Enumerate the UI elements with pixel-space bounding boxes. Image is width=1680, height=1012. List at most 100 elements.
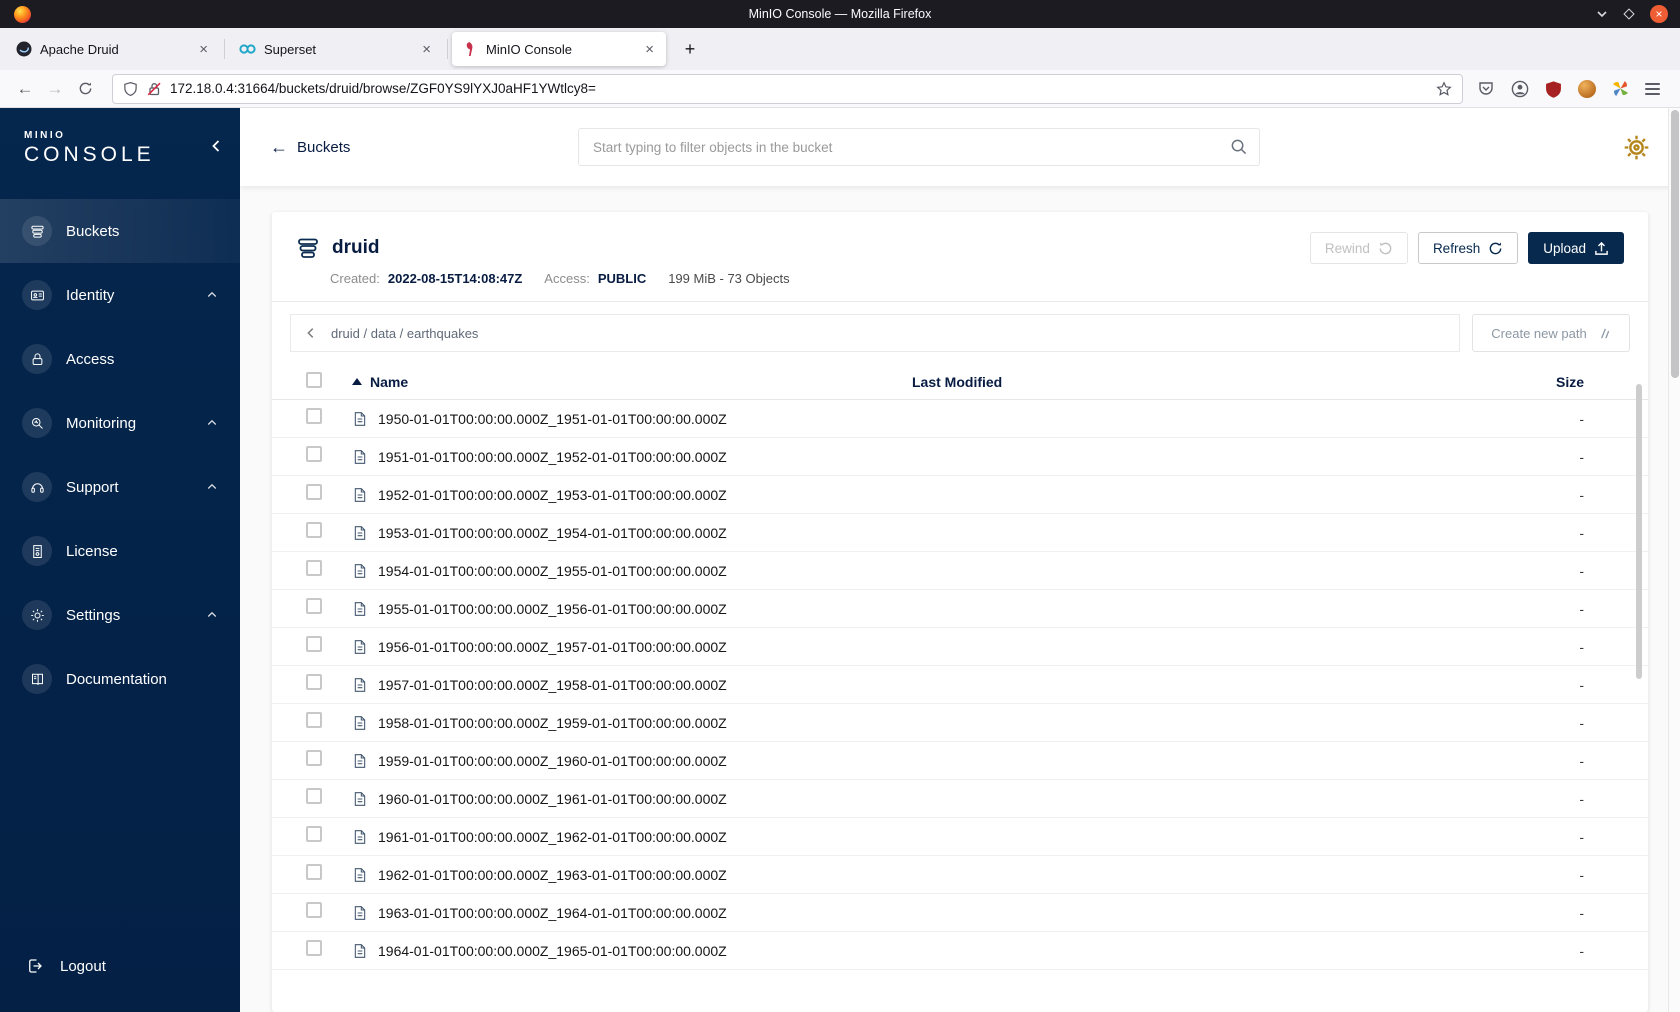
object-name[interactable]: 1962-01-01T00:00:00.000Z_1963-01-01T00:0… (378, 867, 727, 883)
page-scrollbar-thumb[interactable] (1671, 110, 1679, 378)
table-row[interactable]: 1962-01-01T00:00:00.000Z_1963-01-01T00:0… (272, 856, 1648, 894)
table-row[interactable]: 1958-01-01T00:00:00.000Z_1959-01-01T00:0… (272, 704, 1648, 742)
table-row[interactable]: 1957-01-01T00:00:00.000Z_1958-01-01T00:0… (272, 666, 1648, 704)
breadcrumb-path[interactable]: druid / data / earthquakes (331, 326, 478, 341)
sidebar-item-support[interactable]: Support (0, 455, 240, 519)
row-checkbox[interactable] (306, 598, 322, 614)
reload-button[interactable] (70, 75, 100, 103)
window-menu-chevron-icon[interactable] (1596, 8, 1608, 20)
object-size: - (1579, 410, 1584, 427)
chevron-up-icon[interactable] (206, 609, 218, 621)
menu-hamburger-icon[interactable] (1645, 82, 1660, 95)
row-checkbox[interactable] (306, 674, 322, 690)
object-name[interactable]: 1961-01-01T00:00:00.000Z_1962-01-01T00:0… (378, 829, 727, 845)
sidebar-item-settings[interactable]: Settings (0, 583, 240, 647)
object-name[interactable]: 1957-01-01T00:00:00.000Z_1958-01-01T00:0… (378, 677, 727, 693)
select-all-checkbox[interactable] (306, 372, 322, 388)
create-new-path-button[interactable]: Create new path (1472, 314, 1630, 352)
object-name[interactable]: 1950-01-01T00:00:00.000Z_1951-01-01T00:0… (378, 411, 727, 427)
new-tab-button[interactable]: + (676, 35, 704, 63)
column-last-modified[interactable]: Last Modified (912, 374, 1488, 390)
column-size[interactable]: Size (1488, 374, 1584, 390)
sidebar-item-identity[interactable]: Identity (0, 263, 240, 327)
object-name[interactable]: 1959-01-01T00:00:00.000Z_1960-01-01T00:0… (378, 753, 727, 769)
object-name[interactable]: 1953-01-01T00:00:00.000Z_1954-01-01T00:0… (378, 525, 727, 541)
object-name[interactable]: 1963-01-01T00:00:00.000Z_1964-01-01T00:0… (378, 905, 727, 921)
object-name[interactable]: 1952-01-01T00:00:00.000Z_1953-01-01T00:0… (378, 487, 727, 503)
tab-close-icon[interactable]: × (197, 42, 210, 57)
console-settings-gear-icon[interactable] (1623, 134, 1650, 161)
object-filter-input[interactable] (578, 128, 1260, 166)
window-close-button[interactable]: × (1650, 5, 1668, 23)
table-row[interactable]: 1953-01-01T00:00:00.000Z_1954-01-01T00:0… (272, 514, 1648, 552)
row-checkbox[interactable] (306, 864, 322, 880)
table-row[interactable]: 1954-01-01T00:00:00.000Z_1955-01-01T00:0… (272, 552, 1648, 590)
chevron-up-icon[interactable] (206, 289, 218, 301)
table-row[interactable]: 1956-01-01T00:00:00.000Z_1957-01-01T00:0… (272, 628, 1648, 666)
chevron-up-icon[interactable] (206, 417, 218, 429)
url-bar[interactable]: 172.18.0.4:31664/buckets/druid/browse/ZG… (112, 73, 1463, 104)
table-row[interactable]: 1951-01-01T00:00:00.000Z_1952-01-01T00:0… (272, 438, 1648, 476)
table-row[interactable]: 1952-01-01T00:00:00.000Z_1953-01-01T00:0… (272, 476, 1648, 514)
page-scrollbar[interactable] (1668, 108, 1680, 1012)
table-row[interactable]: 1961-01-01T00:00:00.000Z_1962-01-01T00:0… (272, 818, 1648, 856)
sidebar-collapse-icon[interactable] (208, 138, 224, 154)
tracking-shield-icon[interactable] (123, 81, 138, 97)
row-checkbox[interactable] (306, 636, 322, 652)
table-row[interactable]: 1950-01-01T00:00:00.000Z_1951-01-01T00:0… (272, 400, 1648, 438)
row-checkbox[interactable] (306, 940, 322, 956)
chevron-up-icon[interactable] (206, 481, 218, 493)
rewind-button[interactable]: Rewind (1309, 232, 1408, 264)
row-checkbox[interactable] (306, 408, 322, 424)
row-checkbox[interactable] (306, 750, 322, 766)
row-checkbox[interactable] (306, 484, 322, 500)
table-scrollbar-thumb[interactable] (1636, 384, 1642, 679)
row-checkbox[interactable] (306, 902, 322, 918)
row-checkbox[interactable] (306, 446, 322, 462)
forward-button[interactable]: → (40, 75, 70, 103)
column-name[interactable]: Name (352, 374, 912, 390)
object-name[interactable]: 1955-01-01T00:00:00.000Z_1956-01-01T00:0… (378, 601, 727, 617)
sidebar-item-access[interactable]: Access (0, 327, 240, 391)
refresh-button[interactable]: Refresh (1417, 232, 1519, 264)
object-name[interactable]: 1956-01-01T00:00:00.000Z_1957-01-01T00:0… (378, 639, 727, 655)
sidebar-item-buckets[interactable]: Buckets (0, 199, 240, 263)
row-checkbox[interactable] (306, 560, 322, 576)
back-button[interactable]: ← (10, 75, 40, 103)
row-checkbox[interactable] (306, 826, 322, 842)
row-checkbox[interactable] (306, 788, 322, 804)
object-name[interactable]: 1964-01-01T00:00:00.000Z_1965-01-01T00:0… (378, 943, 727, 959)
object-name[interactable]: 1954-01-01T00:00:00.000Z_1955-01-01T00:0… (378, 563, 727, 579)
sidebar-item-monitoring[interactable]: Monitoring (0, 391, 240, 455)
sidebar-item-documentation[interactable]: Documentation (0, 647, 240, 711)
insecure-lock-icon[interactable] (146, 81, 162, 97)
sidebar-item-license[interactable]: License (0, 519, 240, 583)
tab-apache-druid[interactable]: Apache Druid × (6, 32, 220, 66)
table-row[interactable]: 1955-01-01T00:00:00.000Z_1956-01-01T00:0… (272, 590, 1648, 628)
bookmark-star-icon[interactable] (1436, 80, 1452, 97)
table-row[interactable]: 1959-01-01T00:00:00.000Z_1960-01-01T00:0… (272, 742, 1648, 780)
tab-close-icon[interactable]: × (420, 42, 433, 57)
object-name[interactable]: 1951-01-01T00:00:00.000Z_1952-01-01T00:0… (378, 449, 727, 465)
object-name[interactable]: 1958-01-01T00:00:00.000Z_1959-01-01T00:0… (378, 715, 727, 731)
table-row[interactable]: 1960-01-01T00:00:00.000Z_1961-01-01T00:0… (272, 780, 1648, 818)
tab-close-icon[interactable]: × (643, 42, 656, 57)
pocket-icon[interactable] (1477, 80, 1495, 98)
table-row[interactable]: 1963-01-01T00:00:00.000Z_1964-01-01T00:0… (272, 894, 1648, 932)
extension-pinwheel-icon[interactable] (1612, 80, 1629, 97)
buckets-back-link[interactable]: ← Buckets (270, 138, 350, 156)
breadcrumb-back-chevron-icon[interactable] (291, 315, 331, 351)
ublock-shield-icon[interactable] (1545, 80, 1562, 98)
upload-button[interactable]: Upload (1528, 232, 1624, 264)
account-icon[interactable] (1511, 80, 1529, 98)
profile-avatar[interactable] (1578, 79, 1596, 98)
object-name[interactable]: 1960-01-01T00:00:00.000Z_1961-01-01T00:0… (378, 791, 727, 807)
row-checkbox[interactable] (306, 712, 322, 728)
sidebar-item-logout[interactable]: Logout (0, 942, 240, 990)
tab-superset[interactable]: Superset × (229, 32, 443, 66)
url-text[interactable]: 172.18.0.4:31664/buckets/druid/browse/ZG… (170, 81, 1428, 96)
window-maximize-icon[interactable] (1623, 8, 1635, 20)
row-checkbox[interactable] (306, 522, 322, 538)
table-row[interactable]: 1964-01-01T00:00:00.000Z_1965-01-01T00:0… (272, 932, 1648, 970)
tab-minio-console[interactable]: MinIO Console × (452, 32, 666, 66)
